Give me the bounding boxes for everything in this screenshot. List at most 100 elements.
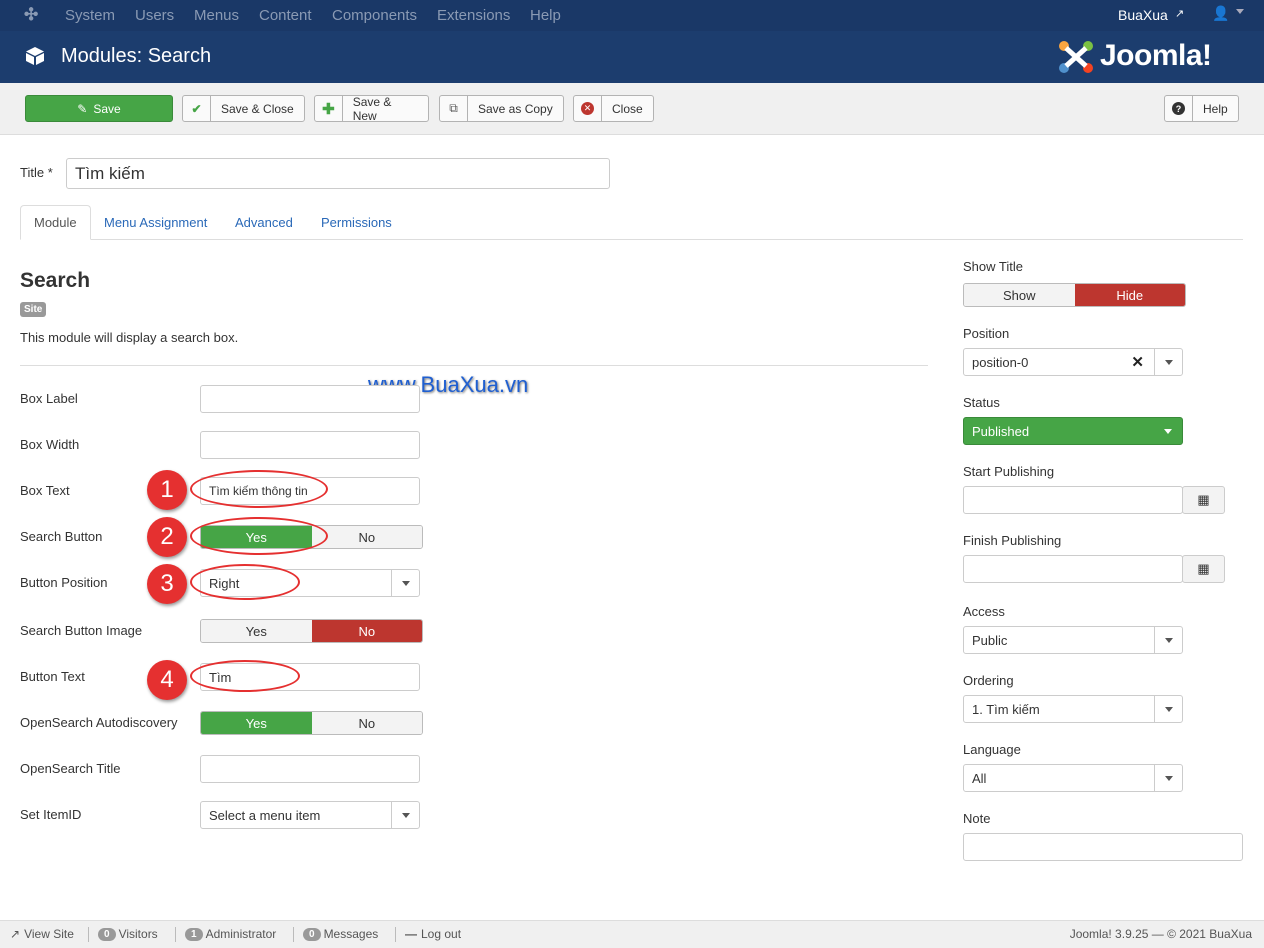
show-title-toggle: Show Hide — [963, 283, 1186, 307]
chevron-down-icon[interactable] — [1236, 9, 1244, 14]
position-label: Position — [963, 326, 1010, 341]
version-text: Joomla! 3.9.25 — © 2021 BuaXua — [1069, 927, 1252, 941]
search-button-image-label: Search Button Image — [20, 623, 143, 638]
button-position-label: Button Position — [20, 575, 108, 590]
cancel-icon: ✕ — [574, 96, 602, 121]
toolbar: ✎ Save ✔ Save & Close ✚ Save & New ⧉ Sav… — [0, 83, 1264, 135]
save-new-button[interactable]: ✚ Save & New — [314, 95, 429, 123]
show-title-show[interactable]: Show — [964, 284, 1075, 306]
access-select[interactable]: Public — [963, 626, 1183, 654]
language-select[interactable]: All — [963, 764, 1183, 792]
divider — [395, 927, 396, 942]
module-description: This module will display a search box. — [20, 330, 239, 345]
title-input[interactable]: Tìm kiếm — [66, 158, 610, 189]
menu-components[interactable]: Components — [332, 7, 417, 24]
administrator-link[interactable]: 1 Administrator — [185, 927, 276, 941]
tab-advanced[interactable]: Advanced — [222, 205, 306, 240]
messages-link[interactable]: 0 Messages — [303, 927, 378, 941]
annotation-marker-1: 1 — [147, 470, 187, 510]
ordering-label: Ordering — [963, 673, 1014, 688]
top-navbar: ✣ System Users Menus Content Components … — [0, 0, 1264, 31]
box-width-label: Box Width — [20, 437, 80, 452]
start-publishing-input[interactable] — [963, 486, 1183, 514]
show-title-hide[interactable]: Hide — [1074, 284, 1185, 306]
annotation-ring-4 — [190, 660, 300, 692]
calendar-button[interactable]: ▦ — [1182, 555, 1225, 583]
tab-menu-assignment[interactable]: Menu Assignment — [91, 205, 220, 240]
show-title-label: Show Title — [963, 259, 1023, 274]
status-label: Status — [963, 395, 1000, 410]
logout-link[interactable]: — Log out — [405, 927, 461, 941]
save-copy-button[interactable]: ⧉ Save as Copy — [439, 95, 564, 122]
admin-badge: 1 — [185, 927, 203, 941]
minus-icon: — — [405, 927, 417, 941]
help-button[interactable]: ? Help — [1164, 95, 1239, 122]
annotation-ring-2 — [190, 517, 328, 555]
menu-help[interactable]: Help — [530, 7, 561, 24]
language-label: Language — [963, 742, 1021, 757]
joomla-logo-icon[interactable]: ✣ — [24, 5, 38, 25]
divider — [175, 927, 176, 942]
set-itemid-select[interactable]: Select a menu item — [200, 801, 420, 829]
check-icon: ✔ — [183, 96, 211, 121]
chevron-down-icon — [1154, 349, 1182, 375]
opensearch-autodiscovery-toggle: Yes No — [200, 711, 423, 735]
search-button-image-yes[interactable]: Yes — [201, 620, 312, 642]
chevron-down-icon — [391, 802, 419, 828]
calendar-icon: ▦ — [1197, 561, 1210, 576]
opensearch-autodiscovery-no[interactable]: No — [311, 712, 422, 734]
menu-content[interactable]: Content — [259, 7, 312, 24]
tab-module[interactable]: Module — [20, 205, 91, 240]
annotation-marker-3: 3 — [147, 564, 187, 604]
page-title: Modules: Search — [61, 45, 212, 67]
joomla-brand-icon — [1059, 41, 1093, 73]
menu-users[interactable]: Users — [135, 7, 174, 24]
status-select[interactable]: Published — [963, 417, 1183, 445]
ordering-select[interactable]: 1. Tìm kiếm — [963, 695, 1183, 723]
plus-icon: ✚ — [315, 96, 343, 121]
save-button[interactable]: ✎ Save — [25, 95, 173, 122]
note-label: Note — [963, 811, 991, 826]
divider — [88, 927, 89, 942]
menu-menus[interactable]: Menus — [194, 7, 239, 24]
opensearch-title-input[interactable] — [200, 755, 420, 783]
external-link-icon: ↗ — [10, 927, 21, 941]
box-text-label: Box Text — [20, 483, 70, 498]
tab-permissions[interactable]: Permissions — [308, 205, 405, 240]
close-button[interactable]: ✕ Close — [573, 95, 654, 122]
box-width-input[interactable] — [200, 431, 420, 459]
finish-publishing-input[interactable] — [963, 555, 1183, 583]
position-select[interactable]: position-0 ✕ — [963, 348, 1183, 376]
note-input[interactable] — [963, 833, 1243, 861]
annotation-marker-4: 4 — [147, 660, 187, 700]
user-icon[interactable]: 👤 — [1212, 5, 1229, 22]
button-text-label: Button Text — [20, 669, 85, 684]
annotation-ring-1 — [190, 470, 328, 508]
menu-system[interactable]: System — [65, 7, 115, 24]
set-itemid-label: Set ItemID — [20, 807, 82, 822]
site-name-link[interactable]: BuaXua — [1118, 7, 1168, 23]
opensearch-title-label: OpenSearch Title — [20, 761, 121, 776]
visitors-link[interactable]: 0 Visitors — [98, 927, 158, 941]
box-label-input[interactable] — [200, 385, 420, 413]
search-button-no[interactable]: No — [311, 526, 422, 548]
edit-icon: ✎ — [77, 101, 88, 116]
messages-badge: 0 — [303, 927, 321, 941]
clear-icon[interactable]: ✕ — [1131, 353, 1154, 371]
copy-icon: ⧉ — [440, 96, 468, 121]
menu-extensions[interactable]: Extensions — [437, 7, 510, 24]
search-button-image-no[interactable]: No — [311, 620, 422, 642]
box-label-label: Box Label — [20, 391, 78, 406]
view-site-link[interactable]: ↗ View Site — [10, 927, 74, 941]
start-publishing-label: Start Publishing — [963, 464, 1055, 479]
section-divider — [20, 365, 928, 366]
calendar-button[interactable]: ▦ — [1182, 486, 1225, 514]
visitors-badge: 0 — [98, 927, 116, 941]
calendar-icon: ▦ — [1197, 492, 1210, 507]
cube-icon — [26, 47, 44, 65]
opensearch-autodiscovery-yes[interactable]: Yes — [201, 712, 312, 734]
divider — [293, 927, 294, 942]
save-close-button[interactable]: ✔ Save & Close — [182, 95, 305, 122]
page-header: Modules: Search Joomla! — [0, 31, 1264, 83]
chevron-down-icon — [1154, 418, 1182, 444]
